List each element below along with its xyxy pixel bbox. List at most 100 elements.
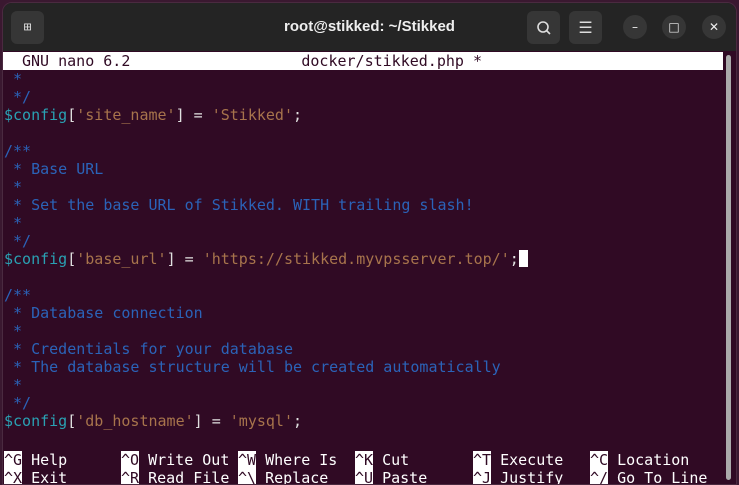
code-token: [ (67, 106, 77, 124)
shortcut-item[interactable]: ^C Location (590, 451, 689, 469)
code-token: * (4, 376, 23, 394)
code-token: * (4, 70, 23, 88)
code-token: 'https://stikked.myvpsserver.top/' (202, 250, 510, 268)
shortcut-item[interactable]: ^/ Go To Line (590, 469, 708, 485)
shortcut-label: Replace (256, 469, 329, 485)
code-token: [ (67, 412, 77, 430)
shortcut-item[interactable]: ^U Paste (355, 469, 428, 485)
shortcut-key: ^W (238, 451, 257, 469)
shortcut-key: ^/ (590, 469, 609, 485)
code-line: * Set the base URL of Stikked. WITH trai… (3, 196, 723, 214)
code-line: */ (3, 232, 723, 250)
code-token: 'mysql' (229, 412, 293, 430)
shortcut-key: ^G (4, 451, 23, 469)
shortcut-label: Justify (491, 469, 564, 485)
code-line: * (3, 376, 723, 394)
code-token: 'base_url' (76, 250, 167, 268)
nano-version: GNU nano 6.2 (22, 52, 131, 70)
menu-button[interactable]: ☰ (569, 11, 602, 44)
nano-editor[interactable]: GNU nano 6.2 docker/stikked.php * * */$co… (3, 52, 723, 430)
code-line: * (3, 70, 723, 88)
shortcut-item[interactable]: ^G Help (4, 451, 67, 469)
editor-content[interactable]: * */$config['site_name'] = 'Stikked'; /*… (3, 70, 723, 430)
code-token: ; (509, 250, 519, 268)
title-bar: ⊞ root@stikked: ~/Stikked ☰ – □ ✕ (3, 3, 736, 51)
minimize-icon: – (632, 20, 638, 34)
code-line: * (3, 214, 723, 232)
code-token: * (4, 214, 23, 232)
code-line: * Base URL (3, 160, 723, 178)
close-button[interactable]: ✕ (702, 15, 726, 39)
code-line: */ (3, 394, 723, 412)
shortcut-label: Location (608, 451, 690, 469)
code-line: * (3, 322, 723, 340)
shortcut-item[interactable]: ^O Write Out (121, 451, 229, 469)
code-token: $config (4, 250, 68, 268)
code-token: /** (4, 286, 32, 304)
shortcut-key: ^T (473, 451, 492, 469)
code-line: $config['site_name'] = 'Stikked'; (3, 106, 723, 124)
shortcut-key: ^R (121, 469, 140, 485)
code-token: */ (4, 232, 32, 250)
minimize-button[interactable]: – (623, 15, 647, 39)
shortcut-label: Cut (373, 451, 410, 469)
code-token: ; (293, 106, 303, 124)
code-token: * Set the base URL of Stikked. WITH trai… (4, 196, 474, 214)
code-token: * Database connection (4, 304, 203, 322)
shortcut-key: ^K (355, 451, 374, 469)
shortcut-bar: ^G Help ^O Write Out ^W Where Is ^K Cut ^T E… (3, 451, 736, 485)
shortcut-item[interactable]: ^X Exit (4, 469, 67, 485)
code-token: $config (4, 106, 68, 124)
code-token: */ (4, 394, 32, 412)
code-line: $config['db_hostname'] = 'mysql'; (3, 412, 723, 430)
hamburger-icon: ☰ (578, 18, 593, 37)
shortcut-label: Read File (139, 469, 230, 485)
code-token: [ (67, 250, 77, 268)
shortcut-key: ^X (4, 469, 23, 485)
shortcut-item[interactable]: ^T Execute (473, 451, 563, 469)
search-button[interactable] (527, 11, 560, 44)
code-token: 'db_hostname' (76, 412, 194, 430)
code-line: * Credentials for your database (3, 340, 723, 358)
shortcut-label: Where Is (256, 451, 338, 469)
code-token: * (4, 322, 23, 340)
search-icon (536, 20, 551, 35)
shortcut-label: Paste (373, 469, 428, 485)
shortcut-label: Go To Line (608, 469, 708, 485)
scrollbar[interactable] (726, 55, 731, 480)
shortcut-label: Help (22, 451, 68, 469)
shortcut-item[interactable]: ^J Justify (473, 469, 564, 485)
maximize-button[interactable]: □ (662, 15, 686, 39)
code-token: * Base URL (4, 160, 104, 178)
code-line: $config['base_url'] = 'https://stikked.m… (3, 250, 723, 268)
code-token: * (4, 178, 23, 196)
code-line: * Database connection (3, 304, 723, 322)
file-name: docker/stikked.php * (301, 52, 482, 70)
code-token: * The database structure will be created… (4, 358, 501, 376)
code-line: /** (3, 286, 723, 304)
code-token: $config (4, 412, 68, 430)
shortcut-label: Write Out (139, 451, 230, 469)
close-icon: ✕ (708, 20, 720, 34)
code-token: * Credentials for your database (4, 340, 293, 358)
code-line: * (3, 178, 723, 196)
code-token: */ (4, 88, 32, 106)
code-token: ] = (193, 412, 230, 430)
shortcut-item[interactable]: ^K Cut (355, 451, 409, 469)
shortcut-key: ^C (590, 451, 609, 469)
code-token: ] = (166, 250, 203, 268)
shortcut-key: ^\ (238, 469, 257, 485)
code-token: 'Stikked' (211, 106, 293, 124)
shortcut-item[interactable]: ^W Where Is (238, 451, 337, 469)
nano-header: GNU nano 6.2 docker/stikked.php * (3, 52, 723, 70)
code-token: 'site_name' (76, 106, 176, 124)
text-cursor (518, 250, 528, 267)
maximize-icon: □ (668, 20, 680, 34)
shortcut-item[interactable]: ^\ Replace (238, 469, 329, 485)
code-token: ; (293, 412, 303, 430)
code-line: * The database structure will be created… (3, 358, 723, 376)
shortcut-item[interactable]: ^R Read File (121, 469, 230, 485)
code-token: /** (4, 142, 32, 160)
